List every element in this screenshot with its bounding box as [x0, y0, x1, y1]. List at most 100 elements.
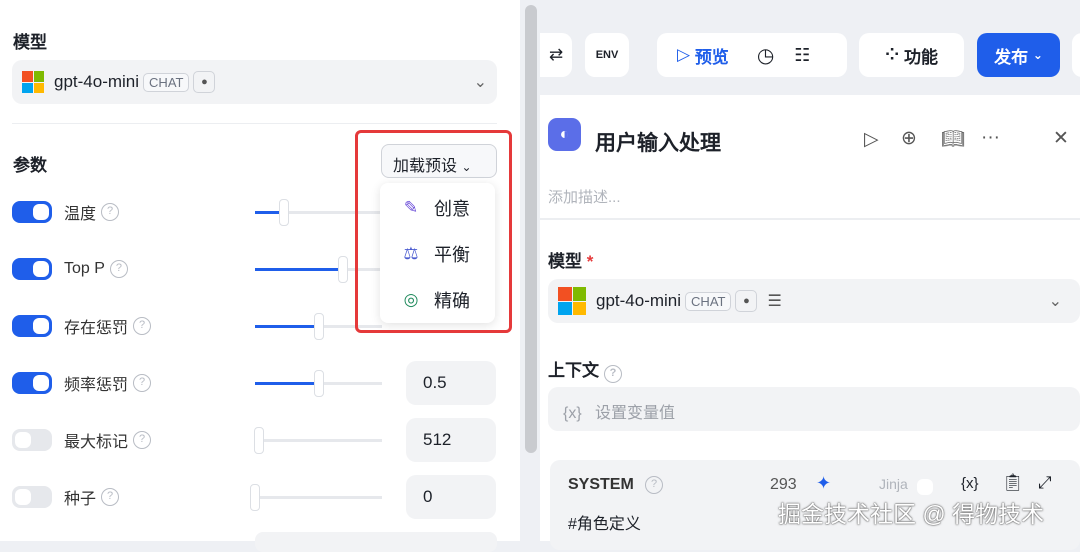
slider-thumb[interactable]: [337, 256, 348, 283]
context-input[interactable]: {x} 设置变量值: [548, 387, 1080, 431]
divider: [12, 123, 497, 124]
help-icon[interactable]: ?: [133, 374, 152, 392]
run-icon[interactable]: ▷: [864, 128, 879, 151]
model-name: gpt-4o-mini: [54, 72, 140, 91]
close-icon[interactable]: ✕: [1053, 127, 1069, 150]
variable-insert-icon[interactable]: {x}: [961, 475, 979, 492]
slider-fill: [255, 382, 319, 385]
param-toggle[interactable]: [12, 429, 52, 451]
jinja-label: Jinja: [879, 476, 908, 492]
help-icon[interactable]: ?: [101, 203, 120, 221]
model-label-text: 模型: [548, 252, 582, 271]
param-label: Top P: [64, 260, 105, 277]
vision-icon: ●: [193, 71, 216, 93]
model-tag: CHAT: [685, 291, 732, 311]
model-label: 模型: [13, 33, 47, 52]
param-label: 存在惩罚: [64, 320, 129, 337]
param-label: 频率惩罚: [64, 377, 129, 394]
param-label: 最大标记: [64, 434, 129, 451]
help-icon[interactable]: ?: [133, 317, 152, 335]
preview-group: ▷ 预览 ◷ ☷: [657, 33, 847, 77]
param-value-input[interactable]: 0.5: [406, 361, 496, 405]
context-label: 上下文?: [548, 356, 622, 383]
param-row: 频率惩罚? 0.5: [12, 361, 502, 405]
param-label: 温度: [64, 206, 97, 223]
system-content[interactable]: #角色定义: [568, 510, 641, 534]
param-toggle[interactable]: [12, 315, 52, 337]
env-icon: ENV: [595, 49, 619, 61]
history-icon[interactable]: ◷: [757, 43, 774, 68]
help-icon[interactable]: ?: [109, 260, 128, 278]
param-toggle[interactable]: [12, 258, 52, 280]
variable-icon: ⇄: [548, 45, 564, 64]
system-label: SYSTEM: [568, 476, 634, 493]
slider-thumb[interactable]: [279, 199, 290, 226]
param-toggle[interactable]: [12, 486, 52, 508]
model-label: 模型 *: [548, 247, 593, 272]
param-value-input[interactable]: 512: [406, 418, 496, 462]
divider: [540, 218, 1080, 220]
more-toolbar-button[interactable]: [1072, 33, 1080, 77]
more-icon[interactable]: ···: [981, 127, 1000, 149]
more-field: [255, 532, 497, 552]
required-mark: *: [586, 252, 594, 271]
node-title[interactable]: 用户输入处理: [595, 127, 721, 157]
features-label: 功能: [903, 47, 938, 67]
slider-thumb[interactable]: [253, 427, 264, 454]
param-row: 种子? 0: [12, 475, 502, 519]
preview-label: 预览: [694, 47, 729, 67]
features-button[interactable]: ⁘ 功能: [859, 33, 964, 77]
slider-thumb[interactable]: [313, 313, 324, 340]
book-icon[interactable]: 📖︎: [941, 127, 965, 151]
param-toggle[interactable]: [12, 372, 52, 394]
env-button[interactable]: ENV: [585, 33, 629, 77]
sparkle-icon[interactable]: ✦: [816, 473, 831, 494]
node-icon: ◐: [548, 118, 581, 151]
param-slider[interactable]: [250, 484, 382, 511]
highlight-box: [355, 130, 512, 333]
vision-icon: ●: [735, 290, 758, 312]
slider-fill: [255, 325, 319, 328]
scrollbar[interactable]: [525, 5, 537, 453]
description-input[interactable]: 添加描述...: [548, 186, 621, 207]
chevron-down-icon: ⌄: [1032, 48, 1043, 62]
settings-sliders-icon[interactable]: ☰: [767, 291, 781, 311]
publish-button[interactable]: 发布 ⌄: [977, 33, 1060, 77]
help-icon[interactable]: ?: [101, 488, 120, 506]
checklist-icon[interactable]: ☷: [794, 45, 810, 66]
apps-icon: ⁘: [885, 45, 900, 64]
publish-label: 发布: [994, 47, 1029, 67]
slider-thumb[interactable]: [313, 370, 324, 397]
slider-fill: [255, 268, 343, 271]
chevron-down-icon: ⌄: [473, 74, 487, 91]
locate-icon[interactable]: ⊕: [901, 127, 917, 150]
param-label: 种子: [64, 491, 97, 508]
preview-button[interactable]: ▷ 预览: [677, 43, 729, 68]
help-icon[interactable]: ?: [604, 365, 622, 383]
param-slider[interactable]: [253, 427, 382, 454]
node-panel: ◐ 用户输入处理 ▷ ⊕ 📖︎ ··· ✕ 添加描述... 模型 * gpt-4…: [540, 95, 1080, 550]
variable-button[interactable]: ⇄: [540, 33, 572, 77]
microsoft-logo-icon: [22, 71, 44, 93]
slider-thumb[interactable]: [250, 484, 260, 511]
chevron-down-icon: ⌄: [1048, 293, 1062, 310]
model-name: gpt-4o-mini: [596, 291, 682, 310]
help-icon[interactable]: ?: [133, 431, 152, 449]
model-select[interactable]: gpt-4o-mini CHAT ● ⌄: [12, 60, 497, 104]
clipboard-icon[interactable]: 📋︎: [1002, 473, 1024, 493]
expand-icon[interactable]: ⤢: [1038, 473, 1052, 493]
variable-icon: {x}: [563, 405, 582, 422]
param-slider[interactable]: [255, 370, 382, 397]
context-placeholder: 设置变量值: [595, 405, 676, 422]
param-row: 最大标记? 512: [12, 418, 502, 462]
microsoft-logo-icon: [558, 287, 586, 315]
token-count: 293: [770, 476, 797, 493]
help-icon[interactable]: ?: [645, 476, 663, 494]
node-model-select[interactable]: gpt-4o-mini CHAT ● ☰ ⌄: [548, 279, 1080, 323]
play-icon: ▷: [677, 45, 691, 64]
model-tag: CHAT: [143, 72, 190, 92]
params-label: 参数: [13, 156, 47, 175]
param-toggle[interactable]: [12, 201, 52, 223]
model-settings-panel: 模型 gpt-4o-mini CHAT ● ⌄ 参数 温度? Top P? 存在…: [0, 0, 520, 552]
param-value-input[interactable]: 0: [406, 475, 496, 519]
